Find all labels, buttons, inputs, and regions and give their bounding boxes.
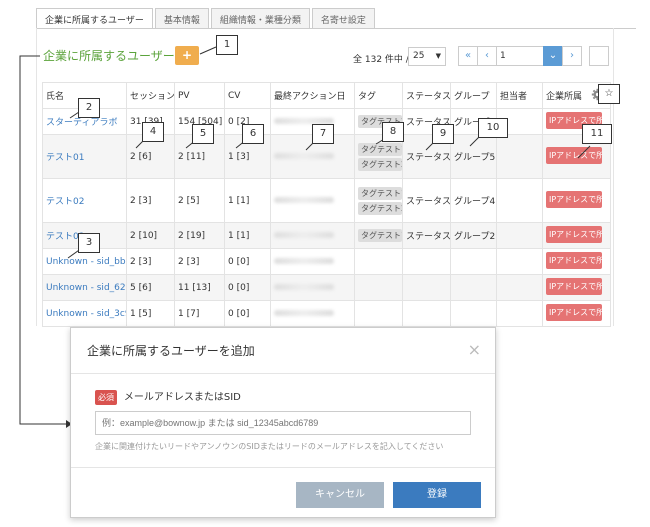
modal-header: 企業に所属するユーザーを追加 × — [71, 328, 495, 374]
callout-star: ☆ — [598, 84, 620, 104]
callout-4: 4 — [142, 122, 164, 142]
cancel-button[interactable]: キャンセル — [296, 482, 384, 508]
callout-8: 8 — [382, 122, 404, 142]
email-sid-label: メールアドレスまたはSID — [123, 392, 241, 403]
modal-title: 企業に所属するユーザーを追加 — [87, 344, 255, 358]
help-text: 企業に関連付けたいリードやアンノウンのSIDまたはリードのメールアドレスを記入し… — [95, 442, 444, 451]
close-icon[interactable]: × — [468, 340, 481, 359]
callout-1: 1 — [216, 35, 238, 55]
callout-7: 7 — [312, 124, 334, 144]
modal-footer: キャンセル 登録 — [71, 467, 495, 517]
modal-body: 必須 メールアドレスまたはSID 企業に関連付けたいリードやアンノウンのSIDま… — [71, 374, 495, 466]
callout-6: 6 — [242, 124, 264, 144]
callout-2: 2 — [78, 98, 100, 118]
callout-10: 10 — [478, 118, 508, 138]
email-sid-input[interactable] — [95, 411, 471, 435]
callout-9: 9 — [432, 124, 454, 144]
callout-3: 3 — [78, 233, 100, 253]
add-user-modal: 企業に所属するユーザーを追加 × 必須 メールアドレスまたはSID 企業に関連付… — [70, 327, 496, 518]
callout-5: 5 — [192, 124, 214, 144]
callout-11: 11 — [582, 124, 612, 144]
register-button[interactable]: 登録 — [393, 482, 481, 508]
required-badge: 必須 — [95, 390, 117, 405]
